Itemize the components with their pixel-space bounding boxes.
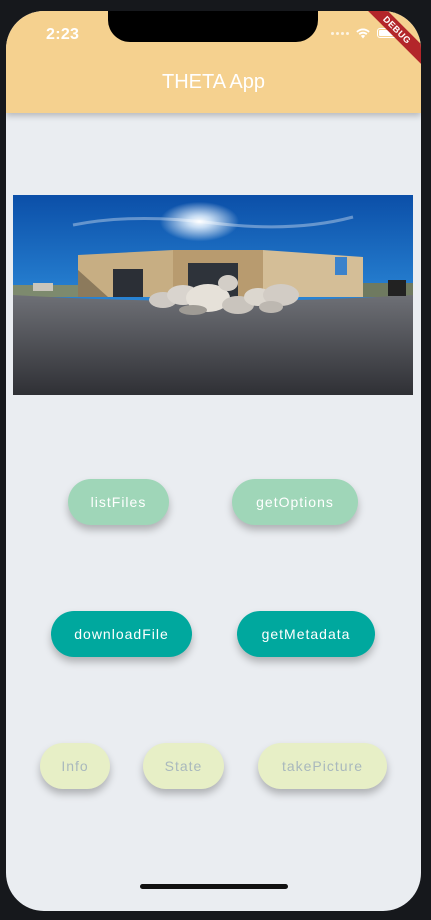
app-title: THETA App <box>161 71 265 93</box>
info-button[interactable]: Info <box>40 743 110 789</box>
state-button[interactable]: State <box>143 743 224 789</box>
debug-banner: DEBUG <box>356 11 421 71</box>
phone-screen: 2:23 DEBUG THETA App listFiles getOption… <box>6 11 421 911</box>
signal-icon <box>331 31 349 35</box>
take-picture-button[interactable]: takePicture <box>258 743 387 789</box>
device-notch <box>108 11 318 42</box>
get-metadata-button[interactable]: getMetadata <box>237 611 375 657</box>
home-indicator[interactable] <box>140 884 288 889</box>
get-options-button[interactable]: getOptions <box>232 479 358 525</box>
download-file-button[interactable]: downloadFile <box>51 611 192 657</box>
panorama-image <box>13 195 413 395</box>
status-time: 2:23 <box>46 26 80 43</box>
list-files-button[interactable]: listFiles <box>68 479 169 525</box>
wifi-icon <box>356 28 370 39</box>
